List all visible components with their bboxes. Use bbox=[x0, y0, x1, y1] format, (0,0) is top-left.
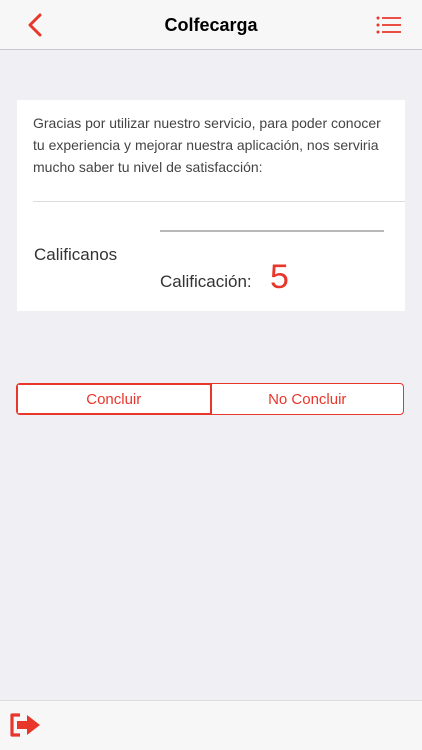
navigation-bar: Colfecarga bbox=[0, 0, 422, 50]
logout-icon bbox=[10, 713, 40, 737]
survey-card: Gracias por utilizar nuestro servicio, p… bbox=[17, 100, 405, 311]
page-title: Colfecarga bbox=[164, 15, 258, 35]
survey-intro-text: Gracias por utilizar nuestro servicio, p… bbox=[33, 115, 381, 175]
chevron-left-icon bbox=[28, 13, 42, 37]
conclude-segmented-control: Concluir No Concluir bbox=[16, 383, 404, 415]
bottom-toolbar bbox=[0, 700, 422, 750]
not-conclude-button[interactable]: No Concluir bbox=[210, 384, 404, 414]
back-button[interactable] bbox=[20, 10, 50, 40]
card-divider bbox=[33, 201, 405, 202]
rating-slider[interactable] bbox=[160, 230, 384, 232]
logout-button[interactable] bbox=[8, 711, 44, 739]
menu-button[interactable] bbox=[374, 12, 404, 38]
conclude-button[interactable]: Concluir bbox=[17, 384, 211, 414]
score-value: 5 bbox=[270, 258, 289, 296]
score-label: Calificación: bbox=[160, 272, 252, 291]
list-menu-icon bbox=[376, 16, 401, 34]
rate-label: Calificanos bbox=[34, 245, 118, 264]
